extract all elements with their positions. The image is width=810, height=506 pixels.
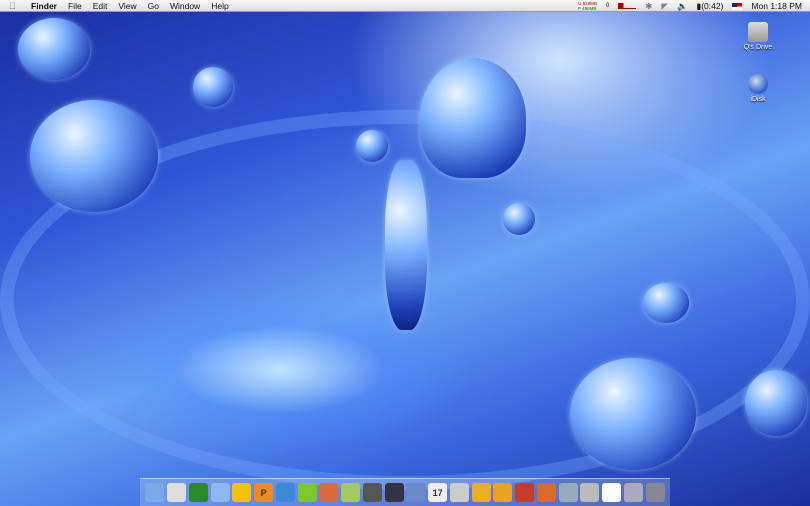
dock-item-adium[interactable]	[167, 483, 187, 502]
dock-item-itunes[interactable]	[558, 483, 578, 502]
dock-item-ichat[interactable]	[210, 483, 230, 502]
water-drop	[570, 358, 696, 470]
dock-item-aim[interactable]	[232, 483, 252, 502]
counter[interactable]: 0	[606, 3, 609, 9]
water-drop	[503, 203, 535, 235]
dock-item-app-yellow[interactable]	[471, 483, 491, 502]
dock-item-trash[interactable]	[645, 483, 665, 502]
clock[interactable]: Mon 1:18 PM	[751, 1, 802, 11]
apple-menu-icon[interactable]: 	[9, 1, 21, 11]
dock-item-app-blue[interactable]	[275, 483, 295, 502]
dock: P 17	[140, 478, 670, 506]
water-drop	[643, 283, 689, 323]
dock-item-app-cow[interactable]	[602, 483, 622, 502]
desktop-icon-label: Q's Drive	[743, 44, 773, 51]
battery-time: (0:42)	[701, 0, 724, 11]
dock-item-app-lime[interactable]	[297, 483, 317, 502]
memory-free: F 496MB	[578, 6, 597, 11]
water-column	[385, 160, 427, 330]
dock-item-final-cut[interactable]	[384, 483, 404, 502]
dock-item-app-photo[interactable]	[341, 483, 361, 502]
dock-item-imovie[interactable]	[362, 483, 382, 502]
menu-help[interactable]: Help	[211, 1, 228, 11]
dock-item-folder[interactable]	[623, 483, 643, 502]
dock-item-preview[interactable]	[406, 483, 426, 502]
menu-view[interactable]: View	[118, 1, 136, 11]
desktop-icon-idisk[interactable]: iDisk	[728, 74, 788, 103]
water-drop	[745, 370, 807, 436]
water-drop	[30, 100, 158, 212]
water-drop	[420, 58, 526, 178]
desktop-icon-label: iDisk	[750, 96, 766, 103]
dock-item-ical[interactable]: 17	[428, 483, 448, 502]
menu-file[interactable]: File	[68, 1, 82, 11]
dock-item-app-smiley[interactable]	[493, 483, 513, 502]
menu-bar:  Finder File Edit View Go Window Help U…	[0, 0, 810, 12]
dock-item-apple-app[interactable]	[449, 483, 469, 502]
dock-item-app-printer[interactable]	[580, 483, 600, 502]
menu-window[interactable]: Window	[170, 1, 200, 11]
cpu-graph-icon[interactable]	[618, 3, 637, 9]
input-menu-flag-icon[interactable]	[732, 2, 743, 10]
hard-drive-icon	[748, 22, 768, 42]
dock-item-app-orange[interactable]	[319, 483, 339, 502]
dock-item-app-red[interactable]	[515, 483, 535, 502]
water-drop	[18, 18, 90, 80]
dock-item-firefox[interactable]	[536, 483, 556, 502]
dock-item-finder[interactable]	[145, 483, 165, 502]
dock-item-pages[interactable]: P	[254, 483, 274, 502]
water-drop	[193, 67, 233, 107]
battery-status[interactable]: ▮(0:42)	[697, 1, 724, 12]
water-drop	[356, 130, 388, 162]
wifi-icon[interactable]: ◤	[661, 1, 668, 12]
idisk-icon	[748, 74, 768, 94]
volume-icon[interactable]: 🔈	[677, 1, 688, 12]
menu-app-finder[interactable]: Finder	[31, 1, 57, 11]
bluetooth-icon[interactable]: ✱	[645, 1, 652, 12]
dock-item-app-green[interactable]	[188, 483, 208, 502]
desktop-icon-drive[interactable]: Q's Drive	[728, 22, 788, 51]
menu-edit[interactable]: Edit	[93, 1, 108, 11]
memory-monitor[interactable]: U 528MB F 496MB	[578, 1, 597, 11]
menu-go[interactable]: Go	[148, 1, 159, 11]
